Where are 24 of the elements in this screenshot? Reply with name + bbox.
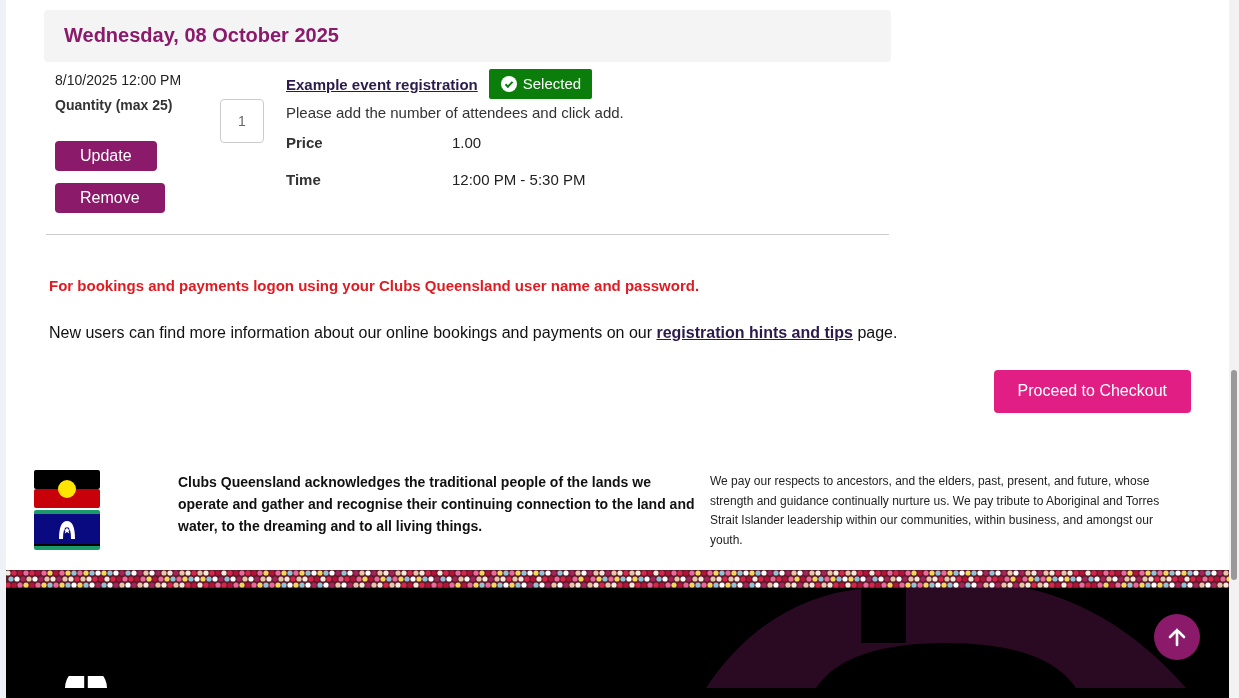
date-heading: Wednesday, 08 October 2025: [64, 24, 339, 46]
update-button[interactable]: Update: [55, 141, 157, 171]
detail-label: Price: [286, 134, 324, 151]
detail-value: 12:00 PM - 5:30 PM: [452, 171, 586, 188]
booking-datetime: 8/10/2025 12:00 PM: [55, 72, 182, 88]
respects-text: We pay our respects to ancestors, and the elders, past, present, and future, whose strength and guidance continually nurture us. We pay tribute to Aboriginal and Torres Strait Islander leadership within our communities, within business, and amongst our youth.: [710, 473, 1161, 549]
quantity-input[interactable]: 1: [220, 99, 264, 143]
aboriginal-flag-icon: [34, 470, 100, 508]
quantity-label: Quantity (max 25): [55, 97, 173, 113]
scrollbar[interactable]: [1229, 0, 1239, 698]
instructions-text: Please add the number of attendees and click add.: [286, 104, 624, 121]
detail-label: Time: [286, 171, 322, 188]
hints-link[interactable]: registration hints and tips: [656, 324, 853, 341]
login-notice: For bookings and payments logon using your Clubs Queensland user name and password.: [49, 277, 701, 294]
checkout-button[interactable]: Proceed to Checkout: [993, 370, 1191, 413]
info-paragraph: New users can find more information about our online bookings and payments on our registration hints and tips page.: [49, 324, 899, 342]
check-circle-icon: [500, 75, 517, 92]
status-badge: Selected: [488, 69, 593, 99]
acknowledgement-text: Clubs Queensland acknowledges the traditional people of the lands we operate and gather and recognise their continuing connection to the land and water, to the dreaming and to all living things.: [178, 473, 696, 536]
torres-strait-flag-icon: [34, 510, 100, 550]
remove-button[interactable]: Remove: [55, 183, 165, 213]
event-link[interactable]: Example event registration: [286, 75, 478, 93]
back-to-top-button[interactable]: [1154, 614, 1200, 660]
detail-value: 1.00: [452, 134, 482, 151]
